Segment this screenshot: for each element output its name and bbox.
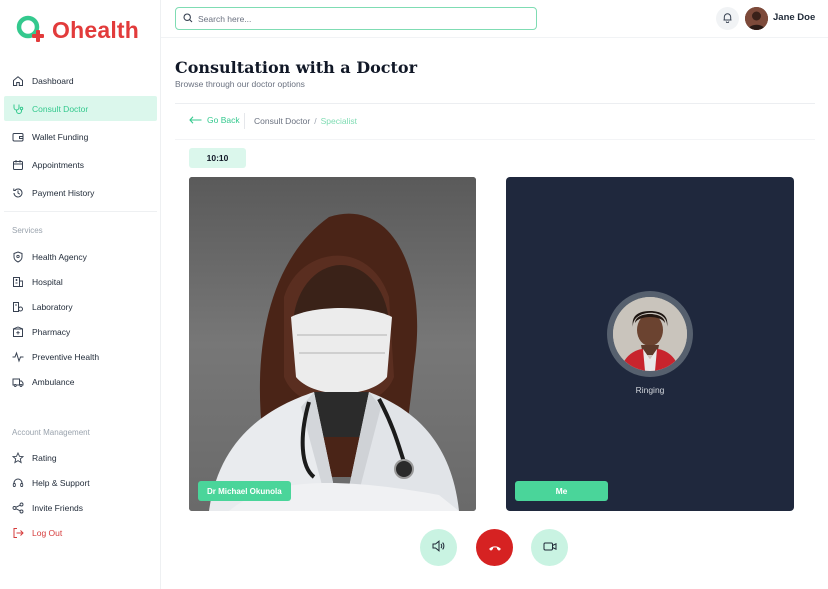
- sidebar-item-payment-history[interactable]: Payment History: [4, 180, 157, 205]
- self-name-tag: Me: [515, 481, 608, 501]
- pulse-icon: [12, 350, 24, 363]
- hospital-icon: [12, 276, 24, 288]
- doctor-name-tag: Dr Michael Okunola: [198, 481, 291, 501]
- star-icon: [12, 451, 24, 464]
- sidebar-item-preventive-health[interactable]: Preventive Health: [4, 344, 157, 369]
- page-subtitle: Browse through our doctor options: [175, 79, 305, 89]
- share-icon: [12, 502, 24, 514]
- call-timer: 10:10: [189, 148, 246, 168]
- self-video-panel: Ringing Me: [506, 177, 794, 511]
- doctor-video-image: [189, 177, 476, 511]
- sidebar-item-laboratory[interactable]: Laboratory: [4, 294, 157, 319]
- video-toggle-button[interactable]: [531, 529, 568, 566]
- sidebar-item-label: Appointments: [32, 159, 84, 170]
- sidebar-item-appointments[interactable]: Appointments: [4, 152, 157, 177]
- logo-mark-icon: [16, 15, 46, 45]
- history-icon: [12, 187, 24, 199]
- sidebar-divider: [4, 211, 157, 212]
- sidebar-item-label: Payment History: [32, 187, 95, 198]
- phone-hangup-icon: [488, 539, 502, 557]
- brand-logo[interactable]: Ohealth: [16, 14, 139, 46]
- calendar-icon: [12, 159, 24, 171]
- speaker-icon: [432, 539, 445, 557]
- top-bar: Jane Doe: [161, 0, 828, 38]
- flask-icon: [12, 301, 24, 313]
- caller-avatar-image: [613, 297, 687, 371]
- breadcrumb: Consult Doctor / Specialist: [254, 116, 357, 126]
- page-title: Consultation with a Doctor: [175, 58, 418, 77]
- sidebar-item-label: Dashboard: [32, 75, 74, 86]
- user-avatar-image: [745, 7, 768, 30]
- sidebar-item-label: Pharmacy: [32, 326, 71, 337]
- sidebar-item-consult-doctor[interactable]: Consult Doctor: [4, 96, 157, 121]
- call-status: Ringing: [635, 385, 665, 395]
- sidebar: Ohealth Dashboard Consult Doctor Wallet …: [0, 0, 161, 589]
- stethoscope-icon: [12, 103, 24, 115]
- main-nav: Dashboard Consult Doctor Wallet Funding …: [0, 68, 161, 205]
- doctor-video-panel: Dr Michael Okunola: [189, 177, 476, 511]
- home-icon: [12, 75, 24, 87]
- account-nav: Rating Help & Support Invite Friends Log…: [0, 445, 161, 545]
- app-root: Ohealth Dashboard Consult Doctor Wallet …: [0, 0, 828, 589]
- search-input[interactable]: [198, 13, 518, 24]
- section-label-services: Services: [12, 226, 43, 235]
- section-label-account: Account Management: [12, 428, 90, 437]
- sidebar-item-wallet-funding[interactable]: Wallet Funding: [4, 124, 157, 149]
- wallet-icon: [12, 131, 24, 143]
- sidebar-item-rating[interactable]: Rating: [4, 445, 157, 470]
- sidebar-item-label: Log Out: [32, 527, 63, 538]
- sidebar-item-label: Wallet Funding: [32, 131, 89, 142]
- user-name[interactable]: Jane Doe: [773, 12, 815, 23]
- services-nav: Health Agency Hospital Laboratory Pharma…: [0, 244, 161, 394]
- sidebar-item-label: Preventive Health: [32, 351, 100, 362]
- search-box[interactable]: [175, 7, 537, 30]
- sidebar-item-ambulance[interactable]: Ambulance: [4, 369, 157, 394]
- video-camera-icon: [543, 539, 557, 557]
- end-call-button[interactable]: [476, 529, 513, 566]
- sidebar-item-label: Invite Friends: [32, 502, 84, 513]
- logout-icon: [12, 527, 24, 539]
- sidebar-item-help-support[interactable]: Help & Support: [4, 470, 157, 495]
- sidebar-item-label: Help & Support: [32, 477, 90, 488]
- breadcrumb-item-specialist: Specialist: [320, 116, 357, 126]
- breadcrumb-divider: [175, 139, 815, 140]
- header-divider: [175, 103, 815, 104]
- sidebar-item-label: Consult Doctor: [32, 103, 89, 114]
- sidebar-item-label: Laboratory: [32, 301, 73, 312]
- ambulance-icon: [12, 376, 24, 388]
- breadcrumb-item-consult-doctor[interactable]: Consult Doctor: [254, 116, 310, 126]
- go-back-button[interactable]: Go Back: [189, 115, 240, 125]
- arrow-left-icon: [189, 116, 202, 124]
- sidebar-item-pharmacy[interactable]: Pharmacy: [4, 319, 157, 344]
- sidebar-item-invite-friends[interactable]: Invite Friends: [4, 495, 157, 520]
- sidebar-item-log-out[interactable]: Log Out: [4, 520, 157, 545]
- breadcrumb-separator-line: [244, 113, 245, 129]
- caller-avatar-ring: [607, 291, 693, 377]
- sidebar-item-health-agency[interactable]: Health Agency: [4, 244, 157, 269]
- sidebar-item-label: Rating: [32, 452, 57, 463]
- breadcrumb-slash: /: [314, 116, 317, 126]
- sidebar-item-label: Hospital: [32, 276, 63, 287]
- sidebar-item-dashboard[interactable]: Dashboard: [4, 68, 157, 93]
- avatar[interactable]: [745, 7, 768, 30]
- brand-name: Ohealth: [52, 16, 140, 43]
- headset-icon: [12, 477, 24, 489]
- pharmacy-icon: [12, 326, 24, 338]
- go-back-label: Go Back: [207, 115, 240, 125]
- caller-avatar: [613, 297, 687, 371]
- shield-icon: [12, 250, 24, 263]
- sidebar-item-label: Ambulance: [32, 376, 75, 387]
- search-icon: [183, 10, 193, 28]
- sidebar-item-hospital[interactable]: Hospital: [4, 269, 157, 294]
- speaker-button[interactable]: [420, 529, 457, 566]
- notifications-button[interactable]: [716, 7, 739, 30]
- sidebar-item-label: Health Agency: [32, 251, 87, 262]
- bell-icon: [722, 10, 733, 28]
